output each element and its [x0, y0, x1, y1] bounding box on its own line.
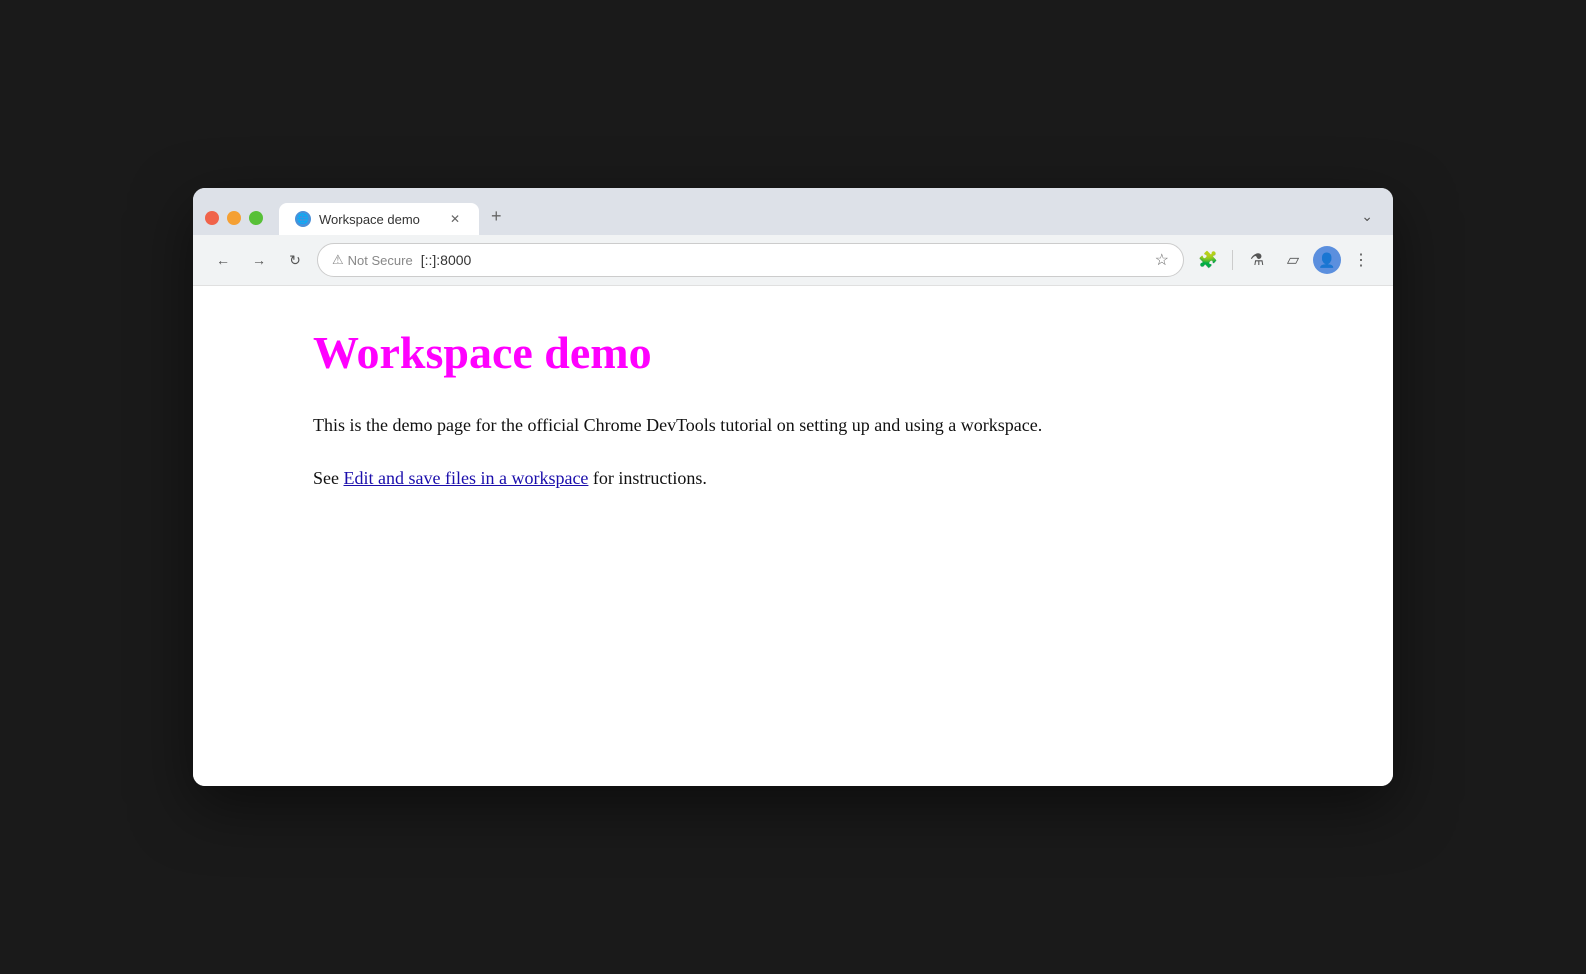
- tab-bar: 🌐 Workspace demo ✕ + ⌄: [193, 188, 1393, 235]
- forward-icon: →: [252, 252, 266, 268]
- nav-bar: ← → ↻ ⚠ Not Secure [::]:8000 ☆ 🧩 ⚗ ▱: [193, 235, 1393, 286]
- page-body-text: This is the demo page for the official C…: [313, 411, 1353, 440]
- bookmark-star-icon[interactable]: ☆: [1155, 250, 1169, 270]
- tab-title: Workspace demo: [319, 212, 439, 227]
- tab-dropdown-button[interactable]: ⌄: [1353, 200, 1381, 235]
- sidebar-button[interactable]: ▱: [1277, 244, 1309, 276]
- link-prefix: See: [313, 468, 344, 488]
- not-secure-label: Not Secure: [348, 253, 413, 268]
- browser-window: 🌐 Workspace demo ✕ + ⌄ ← → ↻ ⚠ Not Secur…: [193, 188, 1393, 786]
- link-suffix: for instructions.: [588, 468, 707, 488]
- nav-icons-group: 🧩 ⚗ ▱ 👤 ⋮: [1192, 244, 1377, 276]
- chevron-down-icon: ⌄: [1361, 208, 1373, 224]
- new-tab-button[interactable]: +: [479, 198, 514, 235]
- labs-button[interactable]: ⚗: [1241, 244, 1273, 276]
- traffic-light-minimize[interactable]: [227, 211, 241, 225]
- address-bar[interactable]: ⚠ Not Secure [::]:8000 ☆: [317, 243, 1184, 277]
- more-icon: ⋮: [1353, 250, 1369, 270]
- extensions-icon: 🧩: [1198, 250, 1218, 270]
- tab-favicon-icon: 🌐: [295, 211, 311, 227]
- more-menu-button[interactable]: ⋮: [1345, 244, 1377, 276]
- traffic-light-close[interactable]: [205, 211, 219, 225]
- back-button[interactable]: ←: [209, 246, 237, 274]
- address-text: [::]:8000: [421, 252, 1147, 268]
- page-content: Workspace demo This is the demo page for…: [193, 286, 1393, 786]
- sidebar-icon: ▱: [1287, 250, 1299, 270]
- page-heading: Workspace demo: [313, 326, 1353, 379]
- profile-avatar-icon: 👤: [1318, 252, 1335, 269]
- reload-button[interactable]: ↻: [281, 246, 309, 274]
- active-tab[interactable]: 🌐 Workspace demo ✕: [279, 203, 479, 235]
- traffic-lights: [205, 211, 263, 235]
- traffic-light-maximize[interactable]: [249, 211, 263, 225]
- warning-icon: ⚠: [332, 252, 344, 268]
- labs-icon: ⚗: [1250, 250, 1264, 270]
- reload-icon: ↻: [289, 252, 301, 269]
- not-secure-indicator: ⚠ Not Secure: [332, 252, 413, 268]
- nav-divider: [1232, 250, 1233, 270]
- tab-close-button[interactable]: ✕: [447, 211, 463, 227]
- back-icon: ←: [216, 252, 230, 268]
- profile-button[interactable]: 👤: [1313, 246, 1341, 274]
- forward-button[interactable]: →: [245, 246, 273, 274]
- workspace-link[interactable]: Edit and save files in a workspace: [344, 468, 589, 488]
- page-link-line: See Edit and save files in a workspace f…: [313, 464, 1353, 493]
- extensions-button[interactable]: 🧩: [1192, 244, 1224, 276]
